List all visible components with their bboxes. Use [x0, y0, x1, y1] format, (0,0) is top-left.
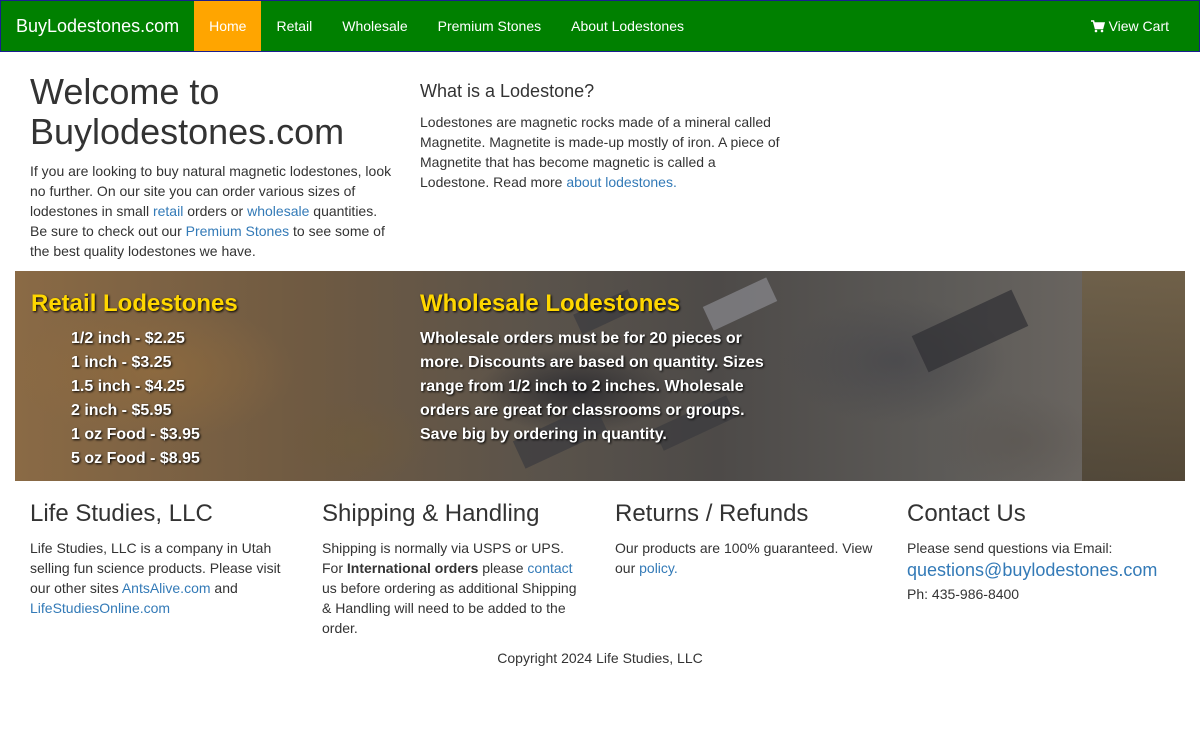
contact-title: Contact Us [907, 500, 1026, 527]
view-cart-label: View Cart [1108, 18, 1169, 34]
banner-rock-shard [702, 277, 778, 331]
welcome-text: If you are looking to buy natural magnet… [30, 161, 392, 261]
retail-lodestones-title: Retail Lodestones [31, 290, 238, 317]
shipping-text-3: us before ordering as additional Shippin… [322, 580, 577, 636]
brand-link[interactable]: BuyLodestones.com [1, 1, 194, 51]
shopping-cart-icon [1090, 19, 1105, 32]
contact-text: Please send questions via Email: [907, 540, 1113, 556]
copyright: Copyright 2024 Life Studies, LLC [497, 650, 703, 666]
life-studies-online-link[interactable]: LifeStudiesOnline.com [30, 600, 170, 616]
retail-price-item: 1 oz Food - $3.95 [71, 426, 200, 443]
retail-price-list: 1/2 inch - $2.25 1 inch - $3.25 1.5 inch… [71, 327, 200, 471]
wholesale-lodestones-title: Wholesale Lodestones [420, 290, 681, 317]
life-studies-section: Life Studies, LLC Life Studies, LLC is a… [30, 500, 300, 618]
about-lodestones-link[interactable]: about lodestones. [566, 174, 677, 190]
view-cart-button[interactable]: View Cart [1076, 1, 1199, 51]
welcome-text-2: orders or [183, 203, 248, 219]
what-is-lodestone-title: What is a Lodestone? [420, 81, 595, 101]
banner-rock-shard [911, 289, 1029, 373]
retail-price-item: 1.5 inch - $4.25 [71, 378, 185, 395]
retail-price-item: 1 inch - $3.25 [71, 354, 172, 371]
wholesale-description: Wholesale orders must be for 20 pieces o… [420, 330, 764, 443]
contact-link[interactable]: contact [527, 560, 572, 576]
nav-premium-stones[interactable]: Premium Stones [423, 1, 556, 51]
retail-link[interactable]: retail [153, 203, 183, 219]
nav-about-lodestones[interactable]: About Lodestones [556, 1, 699, 51]
ants-alive-link[interactable]: AntsAlive.com [122, 580, 211, 596]
wholesale-link[interactable]: wholesale [247, 203, 309, 219]
lodestone-banner: Retail Lodestones 1/2 inch - $2.25 1 inc… [15, 271, 1185, 481]
international-orders-label: International orders [346, 560, 479, 576]
policy-link[interactable]: policy. [639, 560, 678, 576]
nav-wholesale[interactable]: Wholesale [327, 1, 422, 51]
returns-text: Our products are 100% guaranteed. View o… [615, 538, 885, 578]
shipping-text-2: please [478, 560, 528, 576]
nav-home[interactable]: Home [194, 1, 262, 51]
shipping-section: Shipping & Handling Shipping is normally… [322, 500, 584, 638]
shipping-title: Shipping & Handling [322, 500, 540, 527]
banner-image-edge [1082, 271, 1185, 481]
retail-price-item: 5 oz Food - $8.95 [71, 450, 200, 467]
phone-number: Ph: 435-986-8400 [907, 586, 1020, 602]
contact-section: Contact Us Please send questions via Ema… [907, 500, 1177, 604]
top-navbar: BuyLodestones.com Home Retail Wholesale … [0, 0, 1200, 52]
email-link[interactable]: questions@buylodestones.com [907, 559, 1157, 581]
premium-stones-link[interactable]: Premium Stones [186, 223, 289, 239]
nav-retail[interactable]: Retail [261, 1, 327, 51]
welcome-title: Welcome to Buylodestones.com [30, 71, 345, 152]
life-studies-text: Life Studies, LLC is a company in Utah s… [30, 538, 300, 618]
retail-price-item: 1/2 inch - $2.25 [71, 330, 185, 347]
life-text-2: and [210, 580, 238, 596]
what-is-lodestone-text: Lodestones are magnetic rocks made of a … [420, 112, 788, 192]
life-studies-title: Life Studies, LLC [30, 500, 213, 527]
retail-price-item: 2 inch - $5.95 [71, 402, 172, 419]
returns-section: Returns / Refunds Our products are 100% … [615, 500, 885, 578]
returns-title: Returns / Refunds [615, 500, 809, 527]
shipping-text: Shipping is normally via USPS or UPS. Fo… [322, 538, 584, 638]
